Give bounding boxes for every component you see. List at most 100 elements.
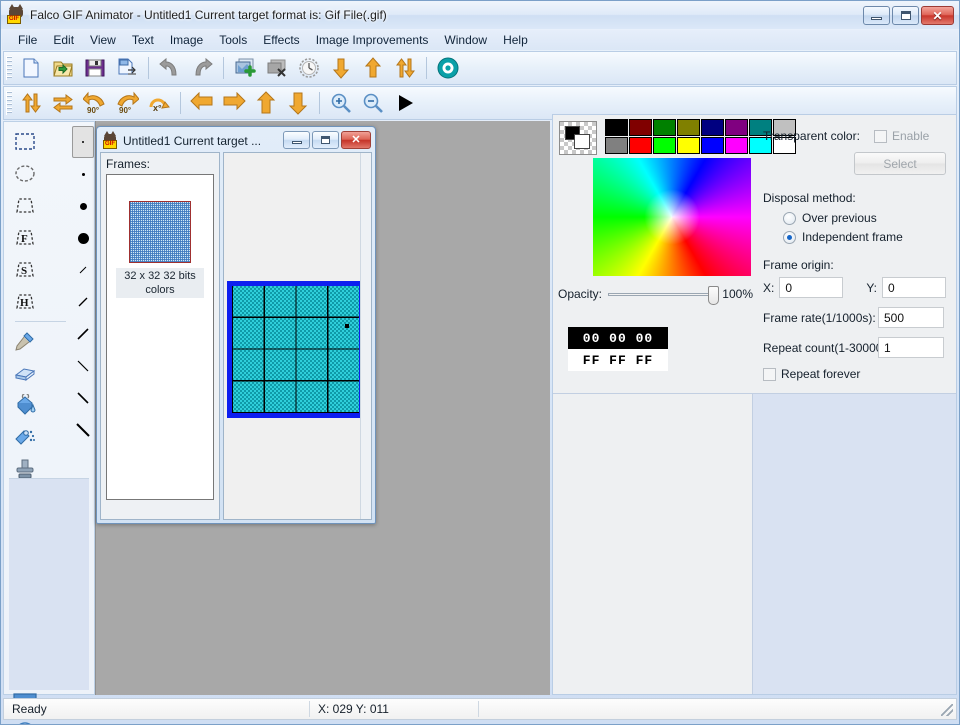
palette-swatch[interactable] <box>653 137 676 154</box>
canvas-pane[interactable] <box>223 152 372 520</box>
frames-list[interactable]: 32 x 32 32 bits colors <box>106 174 214 500</box>
line-width-2[interactable] <box>72 286 94 318</box>
opacity-slider[interactable] <box>608 285 720 305</box>
over-previous-radio[interactable] <box>783 211 796 225</box>
line-width-5[interactable] <box>72 382 94 414</box>
move-up-icon[interactable] <box>358 53 388 83</box>
frame-origin-y-input[interactable]: 0 <box>882 277 946 298</box>
flip-horizontal-icon[interactable] <box>48 88 78 118</box>
free-select-tool[interactable] <box>10 190 39 222</box>
maximize-button[interactable] <box>892 6 919 25</box>
toolbar-grip[interactable] <box>6 91 12 115</box>
document-maximize-button[interactable] <box>312 131 339 149</box>
menu-image-improvements[interactable]: Image Improvements <box>308 31 437 49</box>
flip-vertical-icon[interactable] <box>16 88 46 118</box>
transparent-enable-checkbox[interactable] <box>873 129 887 143</box>
redo-arrow-icon[interactable] <box>187 53 217 83</box>
ellipse-select-tool[interactable] <box>10 158 39 190</box>
document-close-button[interactable]: ✕ <box>341 131 371 149</box>
close-button[interactable]: ✕ <box>921 6 954 25</box>
disposal-over-previous-option[interactable]: Over previous <box>783 211 946 225</box>
new-file-icon[interactable] <box>16 53 46 83</box>
resize-grip[interactable] <box>941 704 953 716</box>
rotate-custom-icon[interactable]: x° <box>144 88 174 118</box>
rotate-left-90-icon[interactable]: 90° <box>80 88 110 118</box>
palette-swatch[interactable] <box>725 119 748 136</box>
rect-select-tool[interactable] <box>10 126 39 158</box>
zoom-out-icon[interactable] <box>358 88 388 118</box>
shift-right-icon[interactable] <box>219 88 249 118</box>
hex-background-value[interactable]: FF FF FF <box>568 349 668 371</box>
shift-down-icon[interactable] <box>283 88 313 118</box>
brush-size-3[interactable] <box>72 190 94 222</box>
minimize-button[interactable] <box>863 6 890 25</box>
menu-help[interactable]: Help <box>495 31 536 49</box>
line-width-6[interactable] <box>72 414 94 446</box>
independent-frame-radio[interactable] <box>783 230 796 244</box>
play-icon[interactable] <box>390 88 420 118</box>
frame-origin-x-input[interactable]: 0 <box>779 277 844 298</box>
line-width-4[interactable] <box>72 350 94 382</box>
palette-swatch[interactable] <box>605 119 628 136</box>
menu-effects[interactable]: Effects <box>255 31 307 49</box>
shift-up-icon[interactable] <box>251 88 281 118</box>
disposal-independent-frame-option[interactable]: Independent frame <box>783 230 946 244</box>
menu-text[interactable]: Text <box>124 31 162 49</box>
line-width-1[interactable] <box>72 254 94 286</box>
repeat-count-input[interactable]: 1 <box>878 337 944 358</box>
eyedropper-tool[interactable] <box>10 325 39 357</box>
target-icon[interactable] <box>433 53 463 83</box>
repeat-forever-checkbox[interactable] <box>763 367 776 381</box>
palette-swatch[interactable] <box>701 137 724 154</box>
menu-file[interactable]: File <box>10 31 45 49</box>
eraser-tool[interactable] <box>10 357 39 389</box>
rotate-right-90-icon[interactable]: 90° <box>112 88 142 118</box>
document-title-bar[interactable]: GIF Untitled1 Current target ... ✕ <box>100 130 372 152</box>
timing-clock-icon[interactable] <box>294 53 324 83</box>
foreground-background-swatch[interactable] <box>559 121 597 155</box>
add-frame-icon[interactable] <box>230 53 260 83</box>
select-button[interactable]: Select <box>854 152 946 175</box>
delete-frame-icon[interactable] <box>262 53 292 83</box>
zoom-in-icon[interactable] <box>326 88 356 118</box>
brush-size-4[interactable] <box>72 222 94 254</box>
line-width-3[interactable] <box>72 318 94 350</box>
undo-arrow-icon[interactable] <box>155 53 185 83</box>
save-floppy-icon[interactable] <box>80 53 110 83</box>
brush-size-1[interactable] <box>72 126 94 158</box>
hex-foreground-value[interactable]: 00 00 00 <box>568 327 668 349</box>
shape-select-tool[interactable]: S <box>10 254 39 286</box>
save-as-icon[interactable] <box>112 53 142 83</box>
paint-bucket-tool[interactable] <box>10 389 39 421</box>
swap-frames-icon[interactable] <box>390 53 420 83</box>
brush-size-2[interactable] <box>72 158 94 190</box>
spray-can-tool[interactable] <box>10 421 39 453</box>
opacity-slider-thumb[interactable] <box>708 285 720 305</box>
repeat-forever-row[interactable]: Repeat forever <box>763 367 946 381</box>
menu-tools[interactable]: Tools <box>211 31 255 49</box>
menu-edit[interactable]: Edit <box>45 31 82 49</box>
palette-swatch[interactable] <box>629 119 652 136</box>
background-color-swatch[interactable] <box>574 134 590 149</box>
frame-rate-input[interactable]: 500 <box>878 307 944 328</box>
open-folder-icon[interactable] <box>48 53 78 83</box>
frame-thumbnail[interactable] <box>129 201 191 263</box>
menu-window[interactable]: Window <box>436 31 495 49</box>
handle-select-tool[interactable]: H <box>10 286 39 318</box>
canvas-vertical-scrollbar[interactable] <box>360 153 371 519</box>
move-down-icon[interactable] <box>326 53 356 83</box>
palette-swatch[interactable] <box>677 119 700 136</box>
document-minimize-button[interactable] <box>283 131 310 149</box>
palette-swatch[interactable] <box>605 137 628 154</box>
palette-swatch[interactable] <box>629 137 652 154</box>
color-wheel-picker[interactable] <box>593 158 751 276</box>
toolbar-grip[interactable] <box>6 56 12 80</box>
palette-swatch[interactable] <box>677 137 700 154</box>
drawing-canvas[interactable] <box>227 281 364 418</box>
palette-swatch[interactable] <box>653 119 676 136</box>
menu-image[interactable]: Image <box>162 31 211 49</box>
shift-left-icon[interactable] <box>187 88 217 118</box>
palette-swatch[interactable] <box>701 119 724 136</box>
menu-view[interactable]: View <box>82 31 124 49</box>
float-select-tool[interactable]: F <box>10 222 39 254</box>
